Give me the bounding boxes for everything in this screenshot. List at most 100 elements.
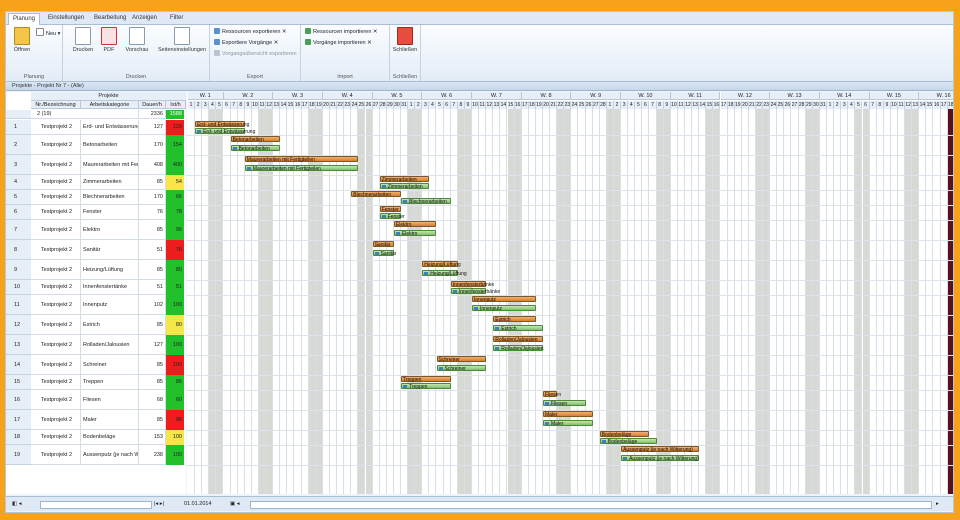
tab-bearbeitung[interactable]: Bearbeitung (90, 13, 130, 24)
plan-bar[interactable]: Heizung/Lüftung (422, 261, 461, 268)
cell-bez[interactable]: Testprojekt 2 (31, 135, 81, 155)
actual-bar[interactable]: Treppen (401, 383, 451, 390)
plan-bar[interactable]: Sanitär (372, 241, 394, 248)
row-number[interactable]: 14 (6, 355, 31, 375)
cell-dauer[interactable]: 170 (139, 190, 166, 205)
actual-bar[interactable]: Sanitär (372, 250, 396, 257)
page-setup-button[interactable]: Seiteneinstellungen (157, 27, 207, 53)
cell-bez[interactable]: Testprojekt 2 (31, 390, 81, 410)
row-number[interactable]: 16 (6, 390, 31, 410)
cell-kat[interactable]: Fenster (81, 205, 139, 220)
cell-bez[interactable]: Testprojekt 2 (31, 445, 81, 465)
row-number[interactable]: 15 (6, 375, 31, 390)
tab-planung[interactable]: Planung (8, 13, 41, 25)
cell-dauer[interactable]: 51 (139, 240, 166, 260)
cell-bez[interactable]: Testprojekt 2 (31, 240, 81, 260)
plan-bar[interactable]: Schreiner (436, 356, 487, 363)
row-number[interactable]: 4 (6, 175, 31, 190)
cell-kat[interactable]: Schreiner (81, 355, 139, 375)
cell-bez[interactable]: Testprojekt 2 (31, 175, 81, 190)
plan-bar[interactable]: Erd- und Entwässerung (195, 121, 249, 128)
cell-bez[interactable]: Testprojekt 2 (31, 355, 81, 375)
column-header[interactable]: Ist/h (166, 101, 186, 109)
plan-bar[interactable]: Aussenputz (je nach Witterung) (621, 446, 700, 453)
cell-bez[interactable]: Testprojekt 2 (31, 280, 81, 295)
cell-kat[interactable]: Elektro (81, 220, 139, 240)
cell-kat[interactable]: Sanitär (81, 240, 139, 260)
actual-bar[interactable]: Elektro (393, 230, 437, 237)
actual-bar[interactable]: Heizung/Lüftung (422, 270, 467, 277)
cell-bez[interactable]: Testprojekt 2 (31, 335, 81, 355)
nav-first-icon[interactable]: ◧ ◂ (12, 500, 22, 508)
plan-bar[interactable]: Estrich (493, 316, 536, 323)
gantt-scrollbar[interactable] (250, 501, 932, 509)
plan-bar[interactable]: Innenfensterbänke (450, 281, 494, 288)
row-number[interactable]: 10 (6, 280, 31, 295)
actual-bar[interactable]: Maler (543, 420, 593, 427)
plan-bar[interactable]: Fliesen (543, 391, 561, 398)
actual-bar[interactable]: Zimmerarbeiten (379, 183, 430, 190)
row-number[interactable]: 8 (6, 240, 31, 260)
new-button[interactable]: Neu ▾ (36, 28, 60, 37)
cell-dauer[interactable]: 76 (139, 205, 166, 220)
plan-bar[interactable]: Maler (543, 411, 593, 418)
cell-kat[interactable]: Innenputz (81, 295, 139, 315)
actual-bar[interactable]: Maurerarbeiten mit Fertigteilen (244, 165, 359, 172)
cell-bez[interactable]: Testprojekt 2 (31, 295, 81, 315)
plan-bar[interactable]: Betonarbeiten (230, 136, 281, 143)
cell-bez[interactable]: Testprojekt 2 (31, 220, 81, 240)
tab-filter[interactable]: Filter (166, 13, 187, 24)
actual-bar[interactable]: Fenster (379, 213, 405, 220)
tab-einstellungen[interactable]: Einstellungen (44, 13, 88, 24)
row-number[interactable]: 7 (6, 220, 31, 240)
plan-bar[interactable]: Elektro (393, 221, 437, 228)
preview-button[interactable]: Vorschau (123, 27, 151, 53)
plan-bar[interactable]: Rolladen/Jalousien (493, 336, 543, 343)
plan-bar[interactable]: Innenputz (472, 296, 536, 303)
column-header[interactable]: Arbeitskategorie (81, 101, 139, 109)
cell-kat[interactable]: Treppen (81, 375, 139, 390)
plan-bar[interactable]: Bodenbeläge (599, 431, 650, 438)
cell-dauer[interactable]: 127 (139, 120, 166, 135)
cell-dauer[interactable]: 85 (139, 220, 166, 240)
row-number[interactable]: 11 (6, 295, 31, 315)
row-number[interactable]: 18 (6, 430, 31, 445)
actual-bar[interactable]: Betonarbeiten (230, 145, 281, 152)
cell-bez[interactable]: Testprojekt 2 (31, 120, 81, 135)
export-overview-button[interactable]: Vorgangsübersicht exportieren (214, 50, 297, 59)
cell-dauer[interactable]: 85 (139, 260, 166, 280)
cell-bez[interactable]: Testprojekt 2 (31, 260, 81, 280)
cell-bez[interactable]: Testprojekt 2 (31, 205, 81, 220)
cell-dauer[interactable]: 153 (139, 430, 166, 445)
row-number[interactable]: 12 (6, 315, 31, 335)
import-resources-button[interactable]: Ressourcen importieren ✕ (305, 28, 378, 37)
cell-dauer[interactable]: 102 (139, 295, 166, 315)
cell-dauer[interactable]: 85 (139, 315, 166, 335)
actual-bar[interactable]: Innenputz (472, 305, 536, 312)
actual-bar[interactable]: Fliesen (543, 400, 586, 407)
nav-prev-icon[interactable]: |◂ ▸| (154, 500, 164, 508)
cell-bez[interactable]: Testprojekt 2 (31, 410, 81, 430)
column-header[interactable]: Nr./Bezeichnung (31, 101, 81, 109)
cell-kat[interactable]: Estrich (81, 315, 139, 335)
export-resources-button[interactable]: Ressourcen exportieren ✕ (214, 28, 287, 37)
row-number[interactable]: 9 (6, 260, 31, 280)
cell-dauer[interactable]: 68 (139, 390, 166, 410)
cell-kat[interactable]: Zimmerarbeiten (81, 175, 139, 190)
actual-bar[interactable]: Erd- und Entwässerung (195, 128, 255, 135)
cell-bez[interactable]: Testprojekt 2 (31, 375, 81, 390)
column-header[interactable]: Dauer/h (139, 101, 166, 109)
cell-kat[interactable]: Erd- und Entwässerung (81, 120, 139, 135)
print-button[interactable]: Drucken (69, 27, 97, 53)
plan-bar[interactable]: Fenster (379, 206, 401, 213)
cell-dauer[interactable]: 170 (139, 135, 166, 155)
cell-dauer[interactable]: 85 (139, 410, 166, 430)
cell-dauer[interactable]: 127 (139, 335, 166, 355)
cell-dauer[interactable]: 51 (139, 280, 166, 295)
cell-kat[interactable]: Aussenputz (je nach Witterung) (81, 445, 139, 465)
tab-anzeigen[interactable]: Anzeigen (128, 13, 161, 24)
cell-kat[interactable]: Innenfenstertänke (81, 280, 139, 295)
row-number[interactable]: 5 (6, 190, 31, 205)
actual-bar[interactable]: Bodenbeläge (599, 438, 657, 445)
calendar-icon[interactable]: ▣ ◂ (230, 500, 240, 508)
